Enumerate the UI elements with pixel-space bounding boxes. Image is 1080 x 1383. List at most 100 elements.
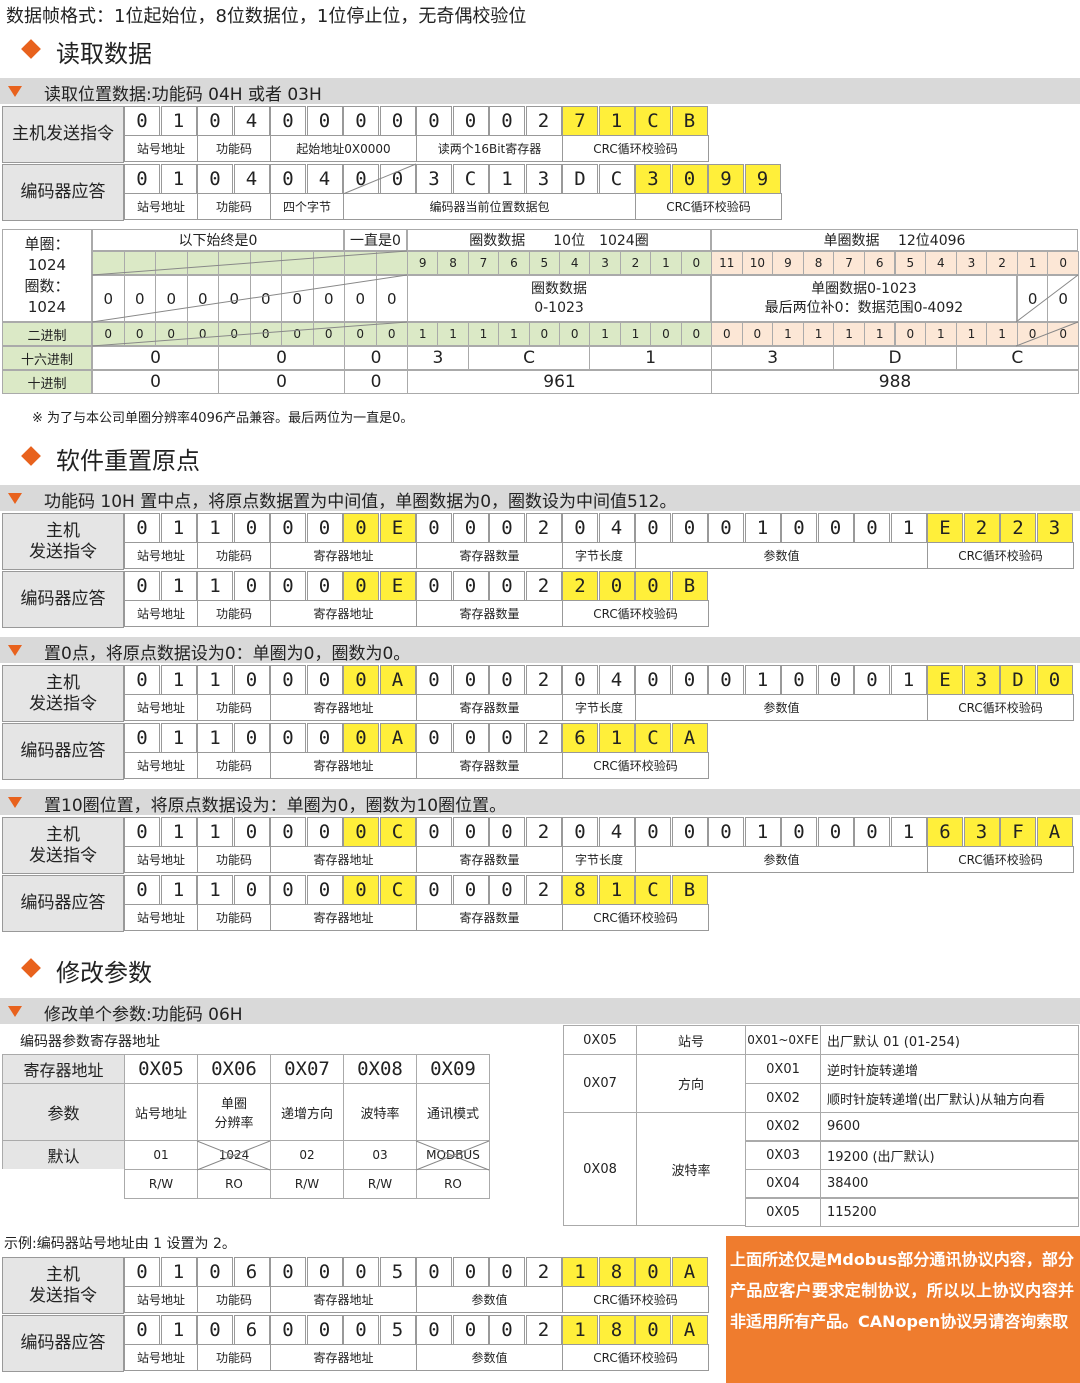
read-send-digit: 0 [379, 106, 416, 136]
reset-resp-digit: 0 [233, 571, 270, 601]
single-bit-index: 0 [1047, 251, 1079, 275]
zero-send-digit: 0 [1036, 665, 1073, 695]
ten-send-field: 字节长度 [562, 846, 636, 873]
baud-code: 0X03 [745, 1140, 821, 1170]
read-send-digit: C [635, 106, 671, 136]
zero-resp-digit: 6 [562, 723, 598, 753]
reset-send-field: 站号地址 [124, 542, 198, 569]
triangle-icon [8, 797, 22, 808]
turn-bit-index: 6 [498, 251, 530, 275]
example-resp-digit: A [671, 1315, 708, 1345]
zero-send-digit: 0 [671, 665, 708, 695]
param-rw-cell: RO [197, 1169, 271, 1199]
ten-send-digit: 0 [781, 817, 817, 847]
ten-resp-digit: 8 [562, 875, 598, 905]
zero-send-digit: 0 [781, 665, 817, 695]
read-resp-digit: 3 [635, 164, 671, 194]
bar-ten: 置10圈位置，将原点数据设为：单圈为0，圈数为10圈位置。 [0, 789, 1080, 816]
zero-send-field: 字节长度 [562, 694, 636, 721]
ten-resp-digit: C [379, 875, 416, 905]
reset-send-digit: 2 [1000, 513, 1036, 543]
binary-turn-bit: 1 [498, 322, 530, 346]
binary-zero: 0 [155, 322, 188, 346]
param-rw-blank [2, 1169, 125, 1199]
dec-value: 0 [218, 370, 345, 394]
read-send-digit: 7 [562, 106, 598, 136]
single-bit-index: 10 [741, 251, 774, 275]
binary-turn-bit: 1 [589, 322, 621, 346]
example-send-digit: 0 [489, 1257, 525, 1287]
dir-code: 0X01 [745, 1054, 821, 1084]
ten-send-digit: 0 [416, 817, 452, 847]
zero-send-digit: A [379, 665, 416, 695]
binary-single-bit: 0 [1016, 322, 1049, 346]
reset-send-digit: 0 [452, 513, 489, 543]
zero-resp-field: 功能码 [197, 752, 271, 779]
example-send-field: 站号地址 [124, 1286, 198, 1313]
read-send-digit: 4 [233, 106, 270, 136]
binary-single-bit: 1 [863, 322, 896, 346]
hex-value: 0 [344, 346, 408, 370]
ten-send-digit: 4 [598, 817, 635, 847]
zero-send-digit: 0 [343, 665, 379, 695]
single-desc: 单圈数据0-1023 最后两位补0：数据范围0-4092 [711, 275, 1017, 322]
bar-zero: 置0点，将原点数据设为0：单圈为0，圈数为0。 [0, 637, 1080, 664]
baud-code: 0X02 [745, 1112, 821, 1141]
reset-send-digit: 0 [781, 513, 817, 543]
read-send-field: 起始地址0X0000 [270, 135, 417, 162]
reset-send-digit: 0 [124, 513, 160, 543]
reg-0x08-name: 波特率 [636, 1112, 746, 1226]
read-resp-field: CRC循环校验码 [635, 193, 782, 220]
param-head-cell: 0X06 [197, 1054, 271, 1084]
example-send-digit: 0 [124, 1257, 160, 1287]
binary-single-bit: 0 [1047, 322, 1079, 346]
zero-resp-digit: 1 [197, 723, 233, 753]
binary-zero: 0 [218, 322, 251, 346]
dec-value: 0 [344, 370, 408, 394]
reset-send-digit: 0 [708, 513, 744, 543]
reset-send-digit: 4 [598, 513, 635, 543]
zero-cell: 0 [155, 275, 188, 322]
binary-zero: 0 [123, 322, 156, 346]
ten-resp-digit: 0 [124, 875, 160, 905]
head-turn: 圈数数据 10位 1024圈 [407, 229, 711, 251]
turn-bit-index: 3 [589, 251, 621, 275]
param-head-cell: 0X05 [124, 1054, 198, 1084]
ten-send-digit: 0 [562, 817, 598, 847]
param-default-cell: 默认 [2, 1140, 125, 1170]
zero-cell: 0 [92, 275, 125, 322]
read-resp-digit: 0 [343, 164, 379, 194]
ten-send-digit: 0 [343, 817, 379, 847]
zero-send-digit: 0 [416, 665, 452, 695]
read-send-digit: 0 [197, 106, 233, 136]
ten-send-field: CRC循环校验码 [927, 846, 1074, 873]
reset-resp-digit: 0 [343, 571, 379, 601]
zero-cell: 0 [1016, 275, 1049, 322]
ten-resp-field: CRC循环校验码 [562, 904, 709, 931]
example-resp-field: CRC循环校验码 [562, 1344, 709, 1371]
zero-send-digit: 0 [489, 665, 525, 695]
reset-resp-field: 功能码 [197, 600, 271, 627]
bit-index-blank [375, 251, 408, 275]
zero-send-digit: 3 [963, 665, 1000, 695]
hex-value: 1 [589, 346, 712, 370]
reset-host-label: 主机 发送指令 [2, 513, 124, 570]
ten-send-digit: 0 [306, 817, 343, 847]
baud-desc: 9600 [820, 1112, 1079, 1141]
reset-send-digit: 0 [854, 513, 890, 543]
reset-resp-digit: 0 [598, 571, 635, 601]
binary-single-bit: 0 [894, 322, 927, 346]
reset-resp-digit: 0 [489, 571, 525, 601]
zero-send-digit: 0 [817, 665, 854, 695]
ten-resp-digit: 1 [160, 875, 197, 905]
zero-resp-digit: 0 [489, 723, 525, 753]
ten-resp-digit: 0 [233, 875, 270, 905]
example-send-digit: 0 [343, 1257, 379, 1287]
bar-title: 读取位置数据:功能码 04H 或者 03H [44, 85, 322, 105]
binary-turn-bit: 1 [437, 322, 469, 346]
read-send-field: 站号地址 [124, 135, 198, 162]
reset-resp-digit: E [379, 571, 416, 601]
footnote: ※ 为了与本公司单圈分辨率4096产品兼容。最后两位为一直是0。 [32, 411, 414, 426]
ten-send-digit: 0 [233, 817, 270, 847]
ten-resp-field: 寄存器数量 [416, 904, 563, 931]
